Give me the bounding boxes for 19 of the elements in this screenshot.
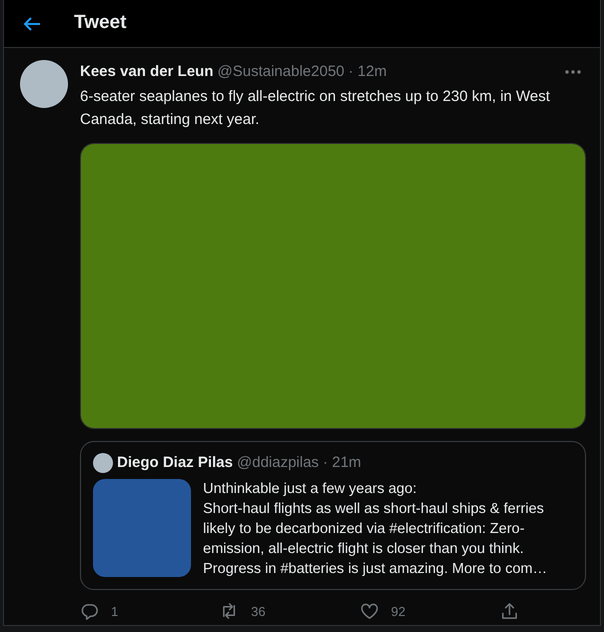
share-icon[interactable] [500,602,519,621]
quoted-tweet-text: Unthinkable just a few years ago: Short-haul flights as well as short-haul ships & ferries likely to be decarbonized via #electrification: Zero-emission, all-electric flight is closer than you think. Progress in #batteries is just amazing. More to com… [203,480,548,578]
quoted-author-handle: @ddiazpilas [236,453,319,473]
tweet-text: 6-seater seaplanes to fly all-electric on stretches up to 230 km, in West Canada, starting next year. [80,87,551,130]
count: 92 [391,602,406,620]
quoted-avatar [93,453,113,474]
quoted-tweet[interactable] [80,441,586,590]
page-title: Tweet [74,12,126,35]
author-name[interactable]: Kees van der Leun [80,60,214,84]
avatar[interactable] [20,60,68,108]
quoted-tweet-time: · 21m [322,453,362,473]
author-handle[interactable]: @Sustainable2050 [217,60,344,84]
count: 1 [111,602,118,620]
quoted-author-name: Diego Diaz Pilas [117,453,233,473]
tweet-time[interactable]: · 12m [348,60,387,84]
more-icon[interactable] [564,69,582,75]
reply-icon[interactable] [80,602,99,621]
count: 36 [251,602,266,620]
heart-icon[interactable] [360,602,379,621]
